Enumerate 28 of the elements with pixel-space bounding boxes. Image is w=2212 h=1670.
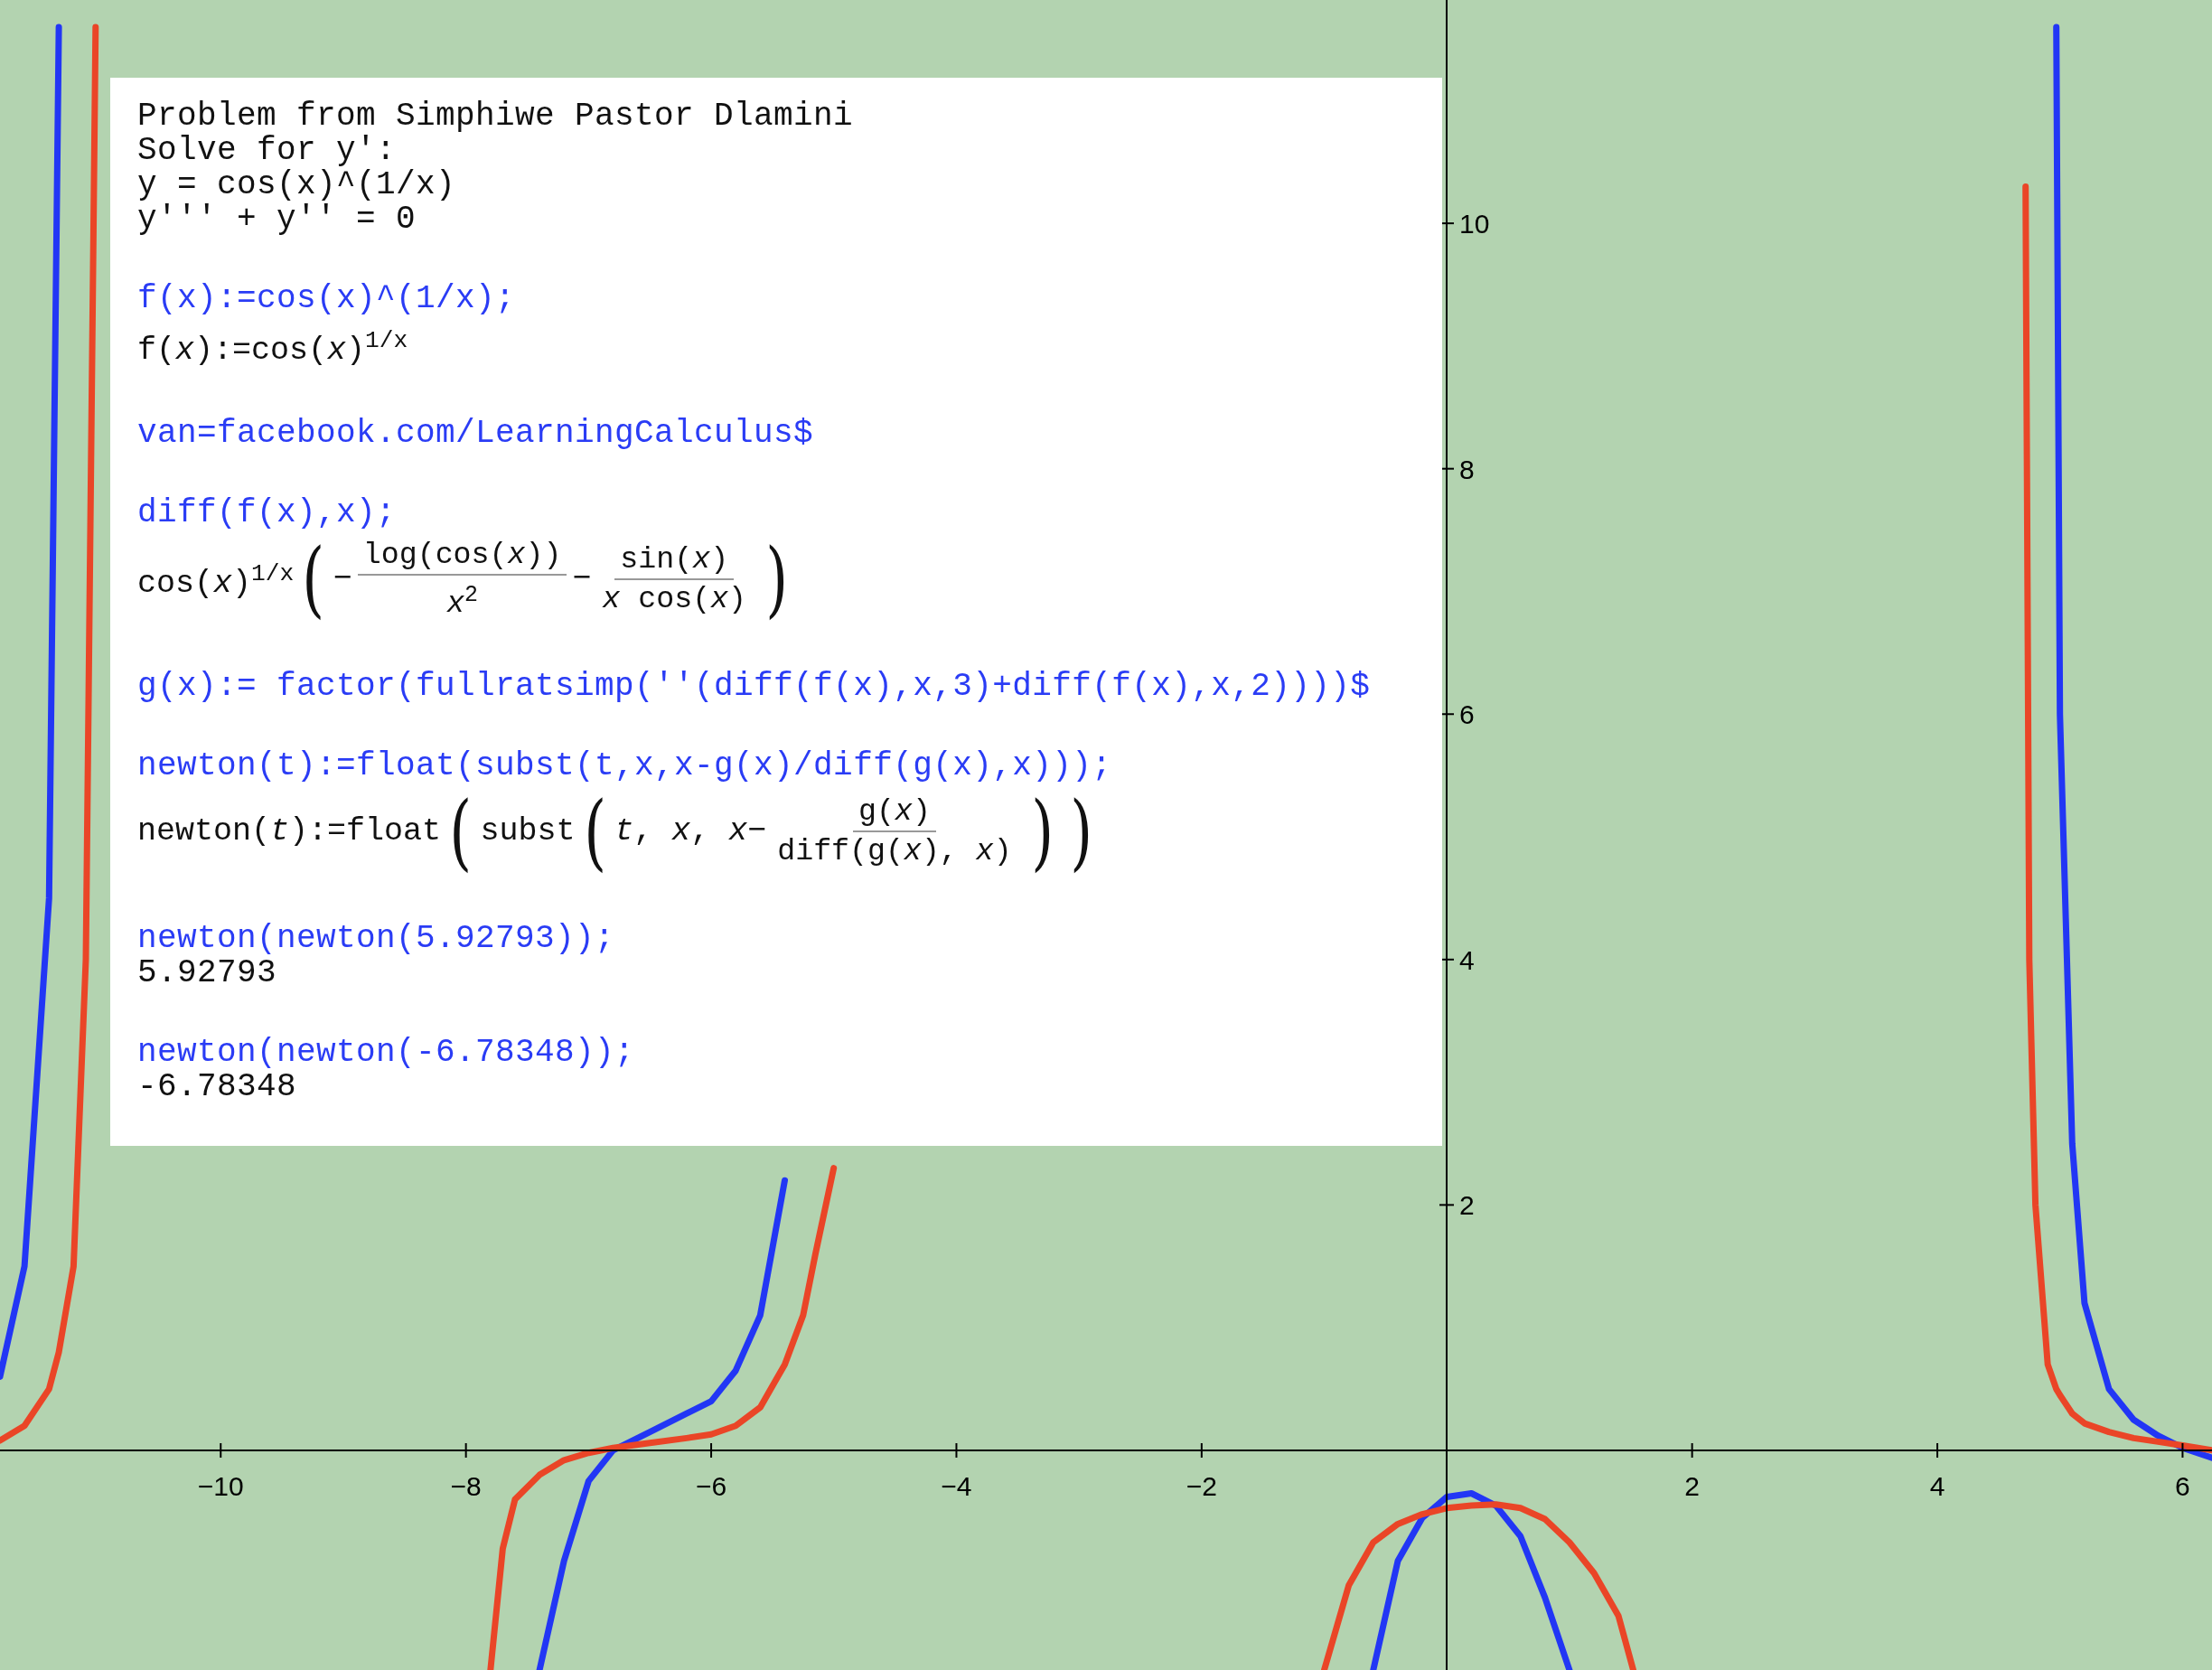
tick-label: 6 (1459, 699, 1475, 730)
tick-label: 2 (1684, 1471, 1700, 1501)
tick-label: −8 (450, 1471, 482, 1501)
input-code-line: f(x):=cos(x)^(1/x); (137, 282, 516, 316)
input-code-line: newton(t):=float(subst(t,x,x-g(x)/diff(g(x),x))); (137, 748, 1112, 783)
tick-label: −4 (941, 1471, 972, 1501)
input-code-line: g(x):= factor(fullratsimp(''(diff(f(x),x,3)+diff(f(x),x,2))))$ (137, 669, 1371, 704)
tick-label: 2 (1459, 1190, 1475, 1221)
tick-label: −6 (695, 1471, 727, 1501)
input-code-line: newton(newton(5.92793)); (137, 921, 615, 956)
tick-label: 6 (2175, 1471, 2190, 1501)
tick-label: 10 (1459, 209, 1490, 239)
comment-line: Problem from Simphiwe Pastor Dlamini (137, 99, 854, 134)
comment-line: Solve for y': (137, 134, 397, 168)
input-code-line: newton(newton(-6.78348)); (137, 1035, 635, 1070)
output-result: -6.78348 (137, 1069, 297, 1104)
tick-label: 4 (1459, 944, 1475, 975)
tick-label: 8 (1459, 454, 1475, 484)
math-output: cos(x)$^{1/x}$(− log(cos(x)) x$^{2}$ − sin(x) x cos(x) ) (137, 537, 790, 621)
output-result: 5.92793 (137, 955, 277, 990)
tick-label: 4 (1929, 1471, 1945, 1501)
input-code-line: diff(f(x),x); (137, 495, 397, 530)
math-output: f(x):=cos(x)$^{1/x}$ (137, 326, 408, 368)
tick-label: −10 (197, 1471, 244, 1501)
tick-label: −2 (1186, 1471, 1217, 1501)
comment-line: y = cos(x)^(1/x) (137, 168, 456, 202)
comment-line: y''' + y'' = 0 (137, 202, 417, 237)
input-code-line: van=facebook.com/LearningCalculus$ (137, 416, 814, 451)
